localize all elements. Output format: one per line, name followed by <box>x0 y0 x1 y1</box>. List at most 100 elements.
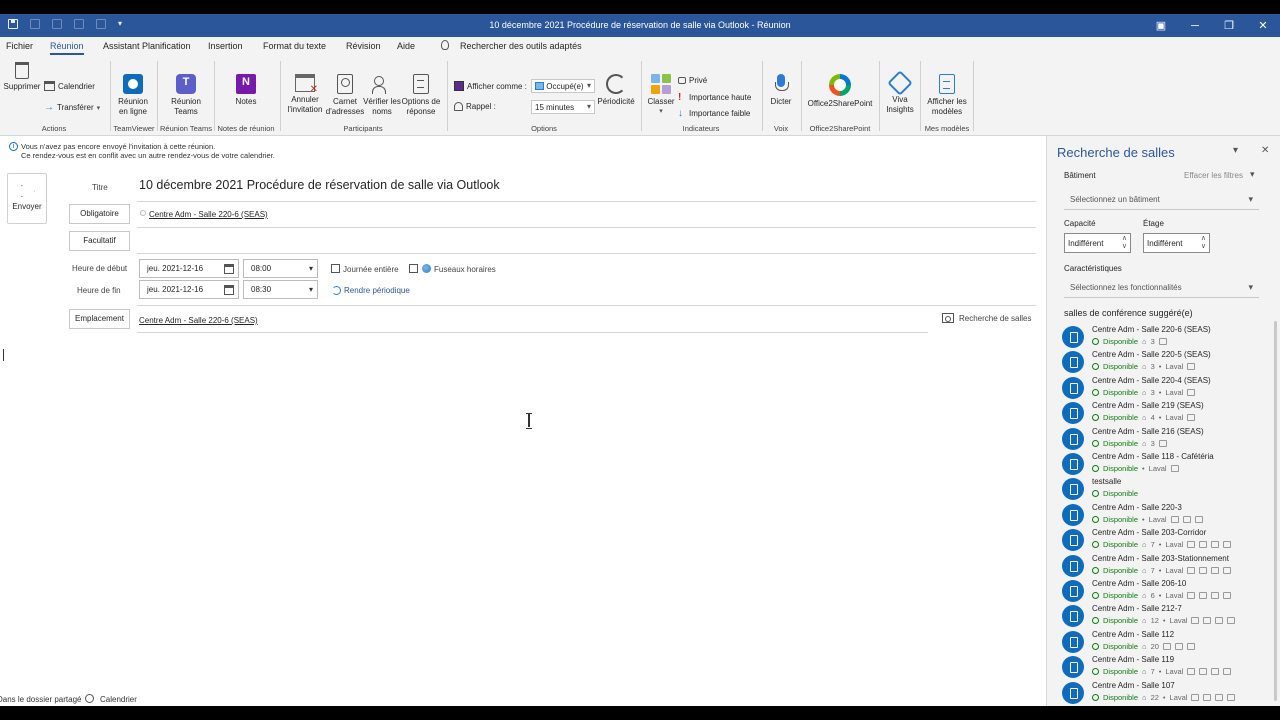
room-list-item[interactable]: Centre Adm - Salle 107 Disponible ⌂ 22 • Lava… <box>1057 677 1267 704</box>
room-status: Disponible <box>1103 337 1139 346</box>
room-list-item[interactable]: Centre Adm - Salle 206-10 Disponible ⌂ 6 • La… <box>1057 575 1267 602</box>
all-day-checkbox[interactable] <box>331 264 340 273</box>
room-list-item[interactable]: Centre Adm - Salle 203-Corridor Disponibl… <box>1057 524 1267 552</box>
time-zones-checkbox[interactable] <box>409 264 418 273</box>
room-list-item[interactable]: Centre Adm - Salle 220-6 (SEAS) Disponibl… <box>1057 321 1267 348</box>
capacity-spinner[interactable]: Indifférent ∧ ∨ <box>1064 233 1131 253</box>
start-time-select[interactable]: 08:00 ▾ <box>243 259 318 278</box>
room-feature-icon <box>1187 668 1196 676</box>
end-time-select[interactable]: 08:30 ▾ <box>243 280 318 299</box>
title-input[interactable]: 10 décembre 2021 Procédure de réservatio… <box>139 178 500 192</box>
calendar-button[interactable]: Calendrier <box>44 81 95 91</box>
close-icon[interactable]: ✕ <box>1261 145 1269 156</box>
room-icon <box>1062 580 1084 602</box>
restore-icon[interactable]: ❐ <box>1212 14 1246 37</box>
location-button[interactable]: Emplacement <box>69 309 130 329</box>
close-icon[interactable]: ✕ <box>1246 14 1280 37</box>
ibeam-cursor-icon <box>526 413 532 429</box>
room-finder-button[interactable]: Recherche de salles <box>959 314 1031 323</box>
high-importance-button[interactable]: ! Importance haute <box>678 92 751 103</box>
room-location: Laval <box>1165 387 1184 397</box>
tab-fichier[interactable]: Fichier <box>6 41 33 51</box>
low-importance-button[interactable]: ↓ Importance faible <box>678 108 750 119</box>
room-list-item[interactable]: Centre Adm - Salle 119 Disponible ⌂ 7 • Laval <box>1057 651 1267 679</box>
clear-filters-link[interactable]: Effacer les filtres <box>1184 171 1243 180</box>
chevron-down-icon: ▾ <box>1248 282 1253 292</box>
separator <box>801 61 802 131</box>
room-meta: Disponible ⌂ 6 • Laval <box>1092 591 1232 600</box>
send-button[interactable]: Envoyer <box>7 173 47 224</box>
start-date-picker[interactable]: jeu. 2021-12-16 <box>139 259 239 278</box>
delete-button[interactable]: Supprimer <box>3 62 41 92</box>
view-templates-button[interactable]: Afficher les modèles <box>924 74 970 117</box>
meeting-notes-button[interactable]: Notes <box>226 74 266 107</box>
room-list-item[interactable]: Centre Adm - Salle 219 (SEAS) Disponible ⌂… <box>1057 397 1267 425</box>
separator <box>157 61 158 131</box>
room-list-item[interactable]: Centre Adm - Salle 220-5 (SEAS) Disponibl… <box>1057 346 1267 374</box>
minimize-icon[interactable]: ─ <box>1178 14 1212 37</box>
forward-button[interactable]: → Transférer ▾ <box>44 102 100 113</box>
separator <box>641 61 642 131</box>
show-as-select[interactable]: Occupé(e) ▾ <box>531 79 595 93</box>
check-names-button[interactable]: Vérifier les noms <box>363 74 401 117</box>
features-placeholder: Sélectionnez les fonctionnalités <box>1070 283 1182 292</box>
tab-reunion[interactable]: Réunion <box>50 41 84 55</box>
pane-scrollbar[interactable] <box>1274 321 1277 701</box>
recurrence-button[interactable]: Périodicité <box>595 74 637 107</box>
tab-insertion[interactable]: Insertion <box>208 41 243 51</box>
ribbon-display-icon[interactable]: ▣ <box>1144 14 1178 37</box>
tab-assistant-planification[interactable]: Assistant Planification <box>103 41 191 51</box>
room-feature-icon <box>1191 693 1200 701</box>
building-select[interactable]: Sélectionnez un bâtiment ▾ <box>1064 190 1259 210</box>
floor-spinner[interactable]: Indifférent ∧ ∨ <box>1143 233 1210 253</box>
required-attendees-button[interactable]: Obligatoire <box>69 204 130 224</box>
dictate-label: Dicter <box>770 97 792 106</box>
forward-label: Transférer <box>57 103 94 112</box>
tab-aide[interactable]: Aide <box>397 41 415 51</box>
location-pin-icon: • <box>1158 362 1162 372</box>
location-input[interactable]: Centre Adm - Salle 220-6 (SEAS) <box>139 316 258 325</box>
reminder-select[interactable]: 15 minutes ▾ <box>531 100 595 114</box>
divider <box>137 201 1036 202</box>
room-list-item[interactable]: Centre Adm - Salle 216 (SEAS) Disponible ⌂… <box>1057 423 1267 450</box>
address-book-button[interactable]: Carnet d'adresses <box>325 74 365 117</box>
tell-me-search[interactable]: Rechercher des outils adaptés <box>460 41 582 51</box>
location-pin-icon: • <box>1158 667 1162 677</box>
features-select[interactable]: Sélectionnez les fonctionnalités ▾ <box>1064 278 1259 298</box>
classify-button[interactable]: Classer ▾ <box>646 74 676 117</box>
cancel-invitation-button[interactable]: Annuler l'invitation <box>283 74 327 115</box>
end-date-picker[interactable]: jeu. 2021-12-16 <box>139 280 239 299</box>
room-list-item[interactable]: Centre Adm - Salle 203-Stationnement Disp… <box>1057 550 1267 577</box>
room-list-item[interactable]: Centre Adm - Salle 220-3 Disponible • Laval <box>1057 499 1267 526</box>
room-list-item[interactable]: Centre Adm - Salle 105 <box>1057 702 1267 706</box>
chevron-down-icon[interactable]: ▾ <box>1250 169 1255 180</box>
make-recurring-link[interactable]: Rendre périodique <box>344 286 410 295</box>
dictate-button[interactable]: Dicter <box>766 74 796 107</box>
optional-attendees-button[interactable]: Facultatif <box>69 231 130 251</box>
teamviewer-meeting-button[interactable]: Réunion en ligne <box>113 74 153 117</box>
teams-meeting-button[interactable]: Réunion Teams <box>164 74 208 117</box>
spinner-arrows-icon[interactable]: ∧ ∨ <box>1201 235 1206 251</box>
room-location: Laval <box>1165 591 1184 600</box>
message-body[interactable] <box>0 341 1046 691</box>
required-attendee[interactable]: Centre Adm - Salle 220-6 (SEAS) <box>149 210 268 219</box>
available-icon <box>1092 541 1099 549</box>
pane-options-icon[interactable]: ▾ <box>1233 145 1238 156</box>
tab-format-du-texte[interactable]: Format du texte <box>263 41 326 51</box>
room-list-item[interactable]: testsalle Disponible <box>1057 473 1267 501</box>
room-list-item[interactable]: Centre Adm - Salle 212-7 Disponible ⌂ 12 • La… <box>1057 600 1267 628</box>
room-meta: Disponible ⌂ 7 • Laval <box>1092 667 1232 677</box>
room-list-item[interactable]: Centre Adm - Salle 220-4 (SEAS) Disponibl… <box>1057 372 1267 399</box>
room-meta: Disponible ⌂ 3 • Laval <box>1092 387 1196 397</box>
viva-insights-button[interactable]: Viva Insights <box>882 70 918 115</box>
room-list-item[interactable]: Centre Adm - Salle 112 Disponible ⌂ 20 <box>1057 626 1267 653</box>
response-options-icon <box>413 74 429 94</box>
room-finder-title: Recherche de salles <box>1057 145 1175 160</box>
tab-revision[interactable]: Révision <box>346 41 381 51</box>
office2sharepoint-button[interactable]: Office2SharePoint <box>805 74 875 109</box>
private-button[interactable]: Privé <box>678 76 707 85</box>
response-options-button[interactable]: Options de réponse <box>399 74 443 117</box>
spinner-arrows-icon[interactable]: ∧ ∨ <box>1122 235 1127 251</box>
room-list-item[interactable]: Centre Adm - Salle 118 - Cafétéria Dispon… <box>1057 448 1267 475</box>
room-status: Disponible <box>1103 362 1139 372</box>
